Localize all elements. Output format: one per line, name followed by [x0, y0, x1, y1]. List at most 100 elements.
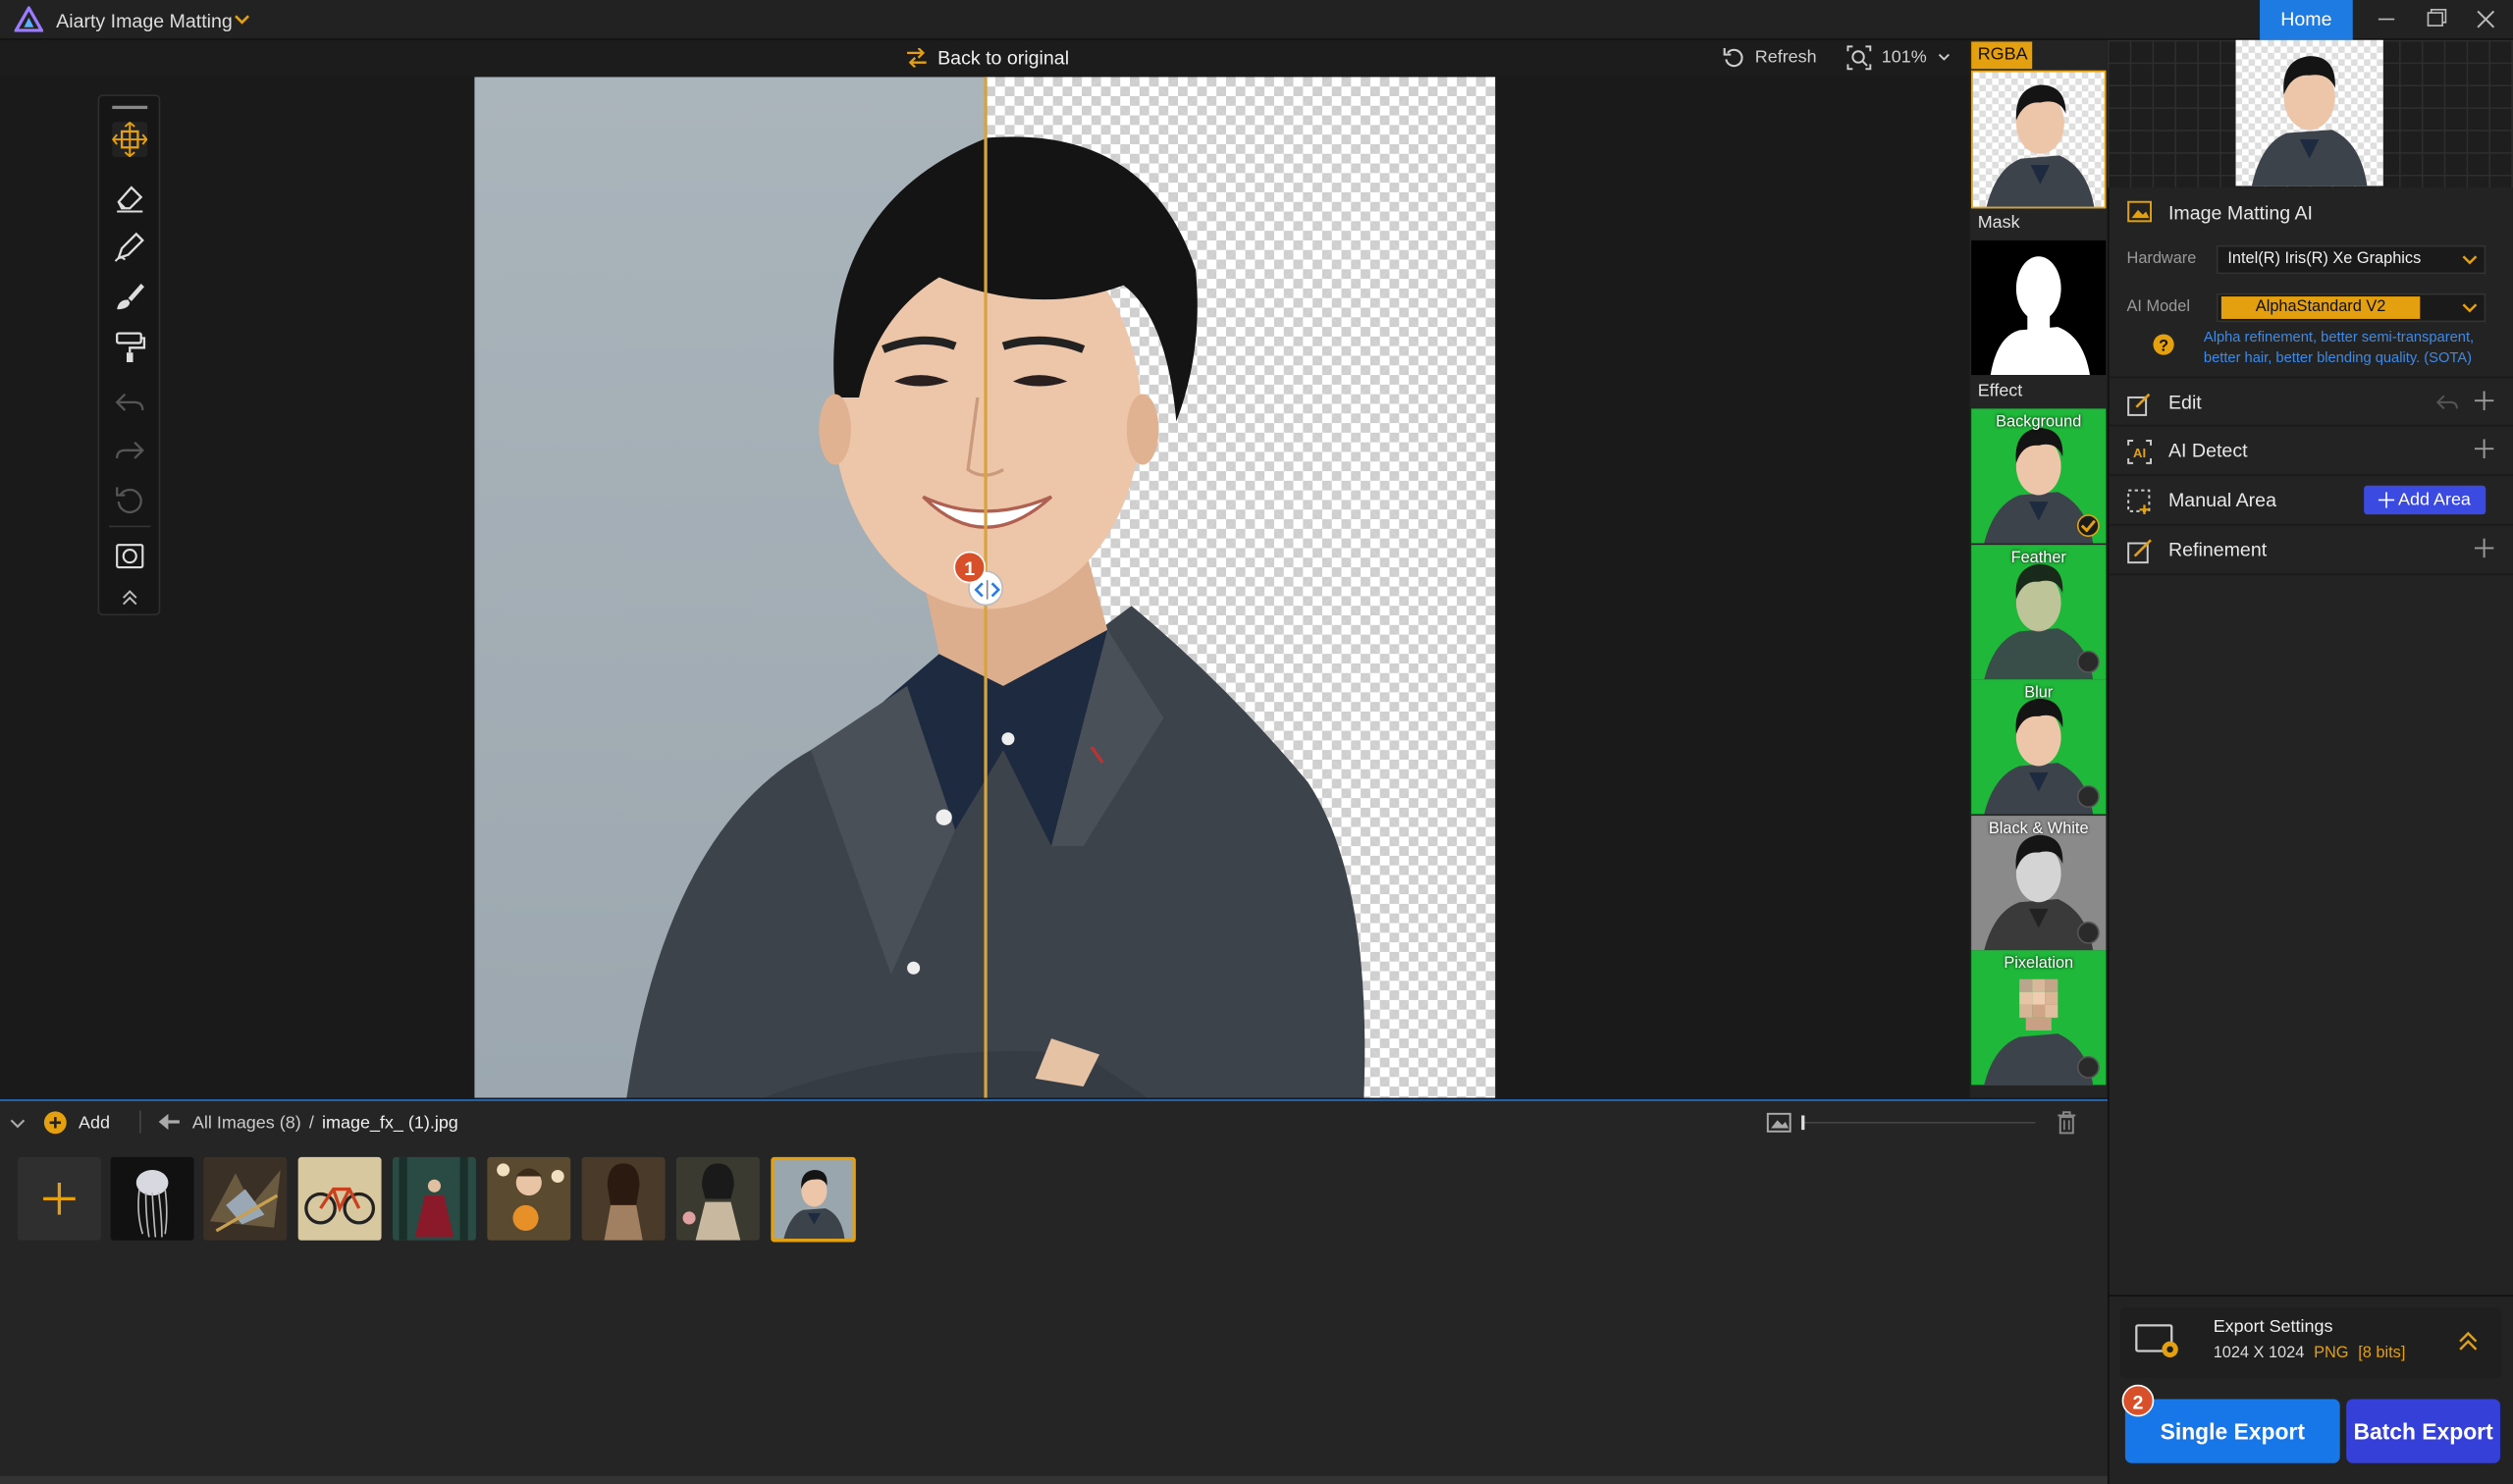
- app-menu-chevron-icon[interactable]: [233, 10, 252, 29]
- back-to-original-button[interactable]: Back to original: [905, 46, 1069, 69]
- gallery-header: Add All Images (8) / image_fx_ (1).jpg: [0, 1101, 2108, 1142]
- expand-up-icon[interactable]: [2457, 1330, 2480, 1352]
- add-image-tile[interactable]: [17, 1156, 101, 1241]
- gallery-thumb-bird[interactable]: [203, 1156, 288, 1241]
- undo-icon[interactable]: [112, 385, 147, 420]
- single-export-button[interactable]: Single Export: [2124, 1399, 2340, 1463]
- thumbnail-size-slider-handle[interactable]: [1801, 1115, 1805, 1131]
- edit-label: Edit: [2167, 391, 2202, 414]
- zoom-control[interactable]: 101%: [1846, 45, 1952, 71]
- refresh-label: Refresh: [1754, 47, 1817, 68]
- ai-model-label: AI Model: [2126, 297, 2190, 316]
- brush-icon[interactable]: [112, 279, 147, 314]
- ai-model-select[interactable]: AlphaStandard V2: [2216, 292, 2486, 323]
- thumbnail-size-slider[interactable]: [1801, 1121, 2036, 1124]
- breadcrumb-separator: /: [308, 1113, 314, 1134]
- reset-icon[interactable]: [112, 482, 147, 517]
- edit-undo-icon[interactable]: [2435, 393, 2459, 412]
- app-title: Aiarty Image Matting: [56, 9, 233, 32]
- effect-black-white[interactable]: Black & White: [1971, 816, 2107, 951]
- export-settings[interactable]: Export Settings 1024 X 1024 PNG [8 bits]: [2119, 1307, 2502, 1379]
- export-divider: [2109, 1295, 2513, 1297]
- image-matting-ai-header: Image Matting AI: [2110, 187, 2513, 236]
- refresh-icon: [1723, 46, 1745, 69]
- image-matting-icon: [2127, 200, 2153, 223]
- tool-palette: [97, 94, 161, 618]
- gallery-thumb-woman-floral[interactable]: [675, 1156, 760, 1241]
- effect-feather[interactable]: Feather: [1971, 545, 2107, 680]
- add-image-label[interactable]: Add: [79, 1114, 110, 1134]
- manual-area-icon: [2127, 489, 2153, 515]
- gallery-thumb-jellyfish[interactable]: [110, 1156, 194, 1241]
- home-button[interactable]: Home: [2260, 0, 2353, 40]
- trash-icon[interactable]: [2057, 1111, 2077, 1135]
- edit-section[interactable]: Edit: [2109, 376, 2513, 427]
- zoom-value: 101%: [1881, 47, 1927, 68]
- add-area-label: Add Area: [2398, 490, 2471, 510]
- help-icon[interactable]: ?: [2153, 334, 2175, 356]
- eraser-icon[interactable]: [112, 180, 147, 215]
- ai-detect-plus-icon[interactable]: [2474, 439, 2494, 458]
- add-area-button[interactable]: Add Area: [2364, 485, 2486, 515]
- back-arrow-icon[interactable]: [158, 1113, 182, 1131]
- ai-model-description-line-1: Alpha refinement, better semi-transparen…: [2203, 328, 2475, 345]
- effect-selected-check-icon: [2076, 514, 2100, 537]
- manual-area-label: Manual Area: [2167, 489, 2277, 511]
- effect-radio-icon: [2076, 785, 2100, 808]
- ai-detect-icon: AI: [2127, 439, 2153, 464]
- zoom-chevron-icon: [1936, 50, 1952, 66]
- edit-icon: [2127, 391, 2153, 416]
- refinement-label: Refinement: [2167, 538, 2268, 561]
- batch-export-button[interactable]: Batch Export: [2346, 1399, 2500, 1463]
- gallery-thumb-flower-woman[interactable]: [487, 1156, 571, 1241]
- gallery-thumb-selected-man[interactable]: [771, 1156, 856, 1243]
- effect-label: Effect: [1977, 381, 2023, 401]
- effect-blur[interactable]: Blur: [1971, 679, 2107, 815]
- palette-divider: [109, 525, 151, 528]
- rgba-tab[interactable]: RGBA: [1971, 41, 2033, 70]
- redo-icon[interactable]: [112, 433, 147, 468]
- thumbnail-size-icon: [1766, 1112, 1791, 1133]
- effect-background[interactable]: Background: [1971, 408, 2107, 544]
- refinement-plus-icon[interactable]: [2474, 538, 2494, 558]
- refresh-button[interactable]: Refresh: [1723, 46, 1817, 69]
- add-image-plus-icon[interactable]: [43, 1111, 67, 1135]
- rgba-thumbnail[interactable]: [1971, 70, 2107, 209]
- breadcrumb-filename: image_fx_ (1).jpg: [322, 1113, 458, 1134]
- refinement-section[interactable]: Refinement: [2109, 526, 2513, 576]
- add-area-plus-icon: [2379, 492, 2395, 508]
- horizontal-scrollbar[interactable]: [0, 1475, 2108, 1484]
- restore-icon[interactable]: [2419, 5, 2454, 33]
- effect-radio-icon: [2076, 650, 2100, 673]
- gallery-thumb-portrait-woman[interactable]: [581, 1156, 666, 1241]
- refinement-icon: [2127, 539, 2153, 564]
- image-matting-title: Image Matting AI: [2167, 201, 2313, 225]
- svg-text:?: ?: [2159, 338, 2168, 355]
- mask-view-icon[interactable]: [112, 539, 147, 574]
- palette-grip[interactable]: [112, 105, 148, 110]
- zoom-icon: [1846, 45, 1872, 71]
- effect-radio-icon: [2076, 1056, 2100, 1079]
- pen-icon[interactable]: [112, 229, 147, 264]
- gallery-thumb-forest-woman[interactable]: [392, 1156, 476, 1241]
- mask-label: Mask: [1977, 213, 2020, 233]
- effect-pixelation[interactable]: Pixelation: [1971, 950, 2107, 1086]
- export-bits: [8 bits]: [2358, 1344, 2406, 1362]
- effect-label-black-white: Black & White: [1988, 821, 2089, 838]
- close-icon[interactable]: [2468, 5, 2503, 33]
- effect-label-pixelation: Pixelation: [2004, 955, 2074, 974]
- ai-detect-section[interactable]: AI AI Detect: [2109, 426, 2513, 476]
- mask-thumbnail[interactable]: [1971, 239, 2107, 376]
- hardware-chevron-icon: [2462, 251, 2478, 267]
- edit-plus-icon[interactable]: [2474, 391, 2494, 411]
- move-icon[interactable]: [112, 122, 148, 158]
- svg-text:AI: AI: [2133, 446, 2146, 460]
- roller-icon[interactable]: [112, 329, 147, 364]
- breadcrumb-all-images[interactable]: All Images (8): [192, 1114, 301, 1134]
- gallery-thumb-bicycle[interactable]: [297, 1156, 382, 1241]
- collapse-gallery-icon[interactable]: [10, 1115, 26, 1131]
- hardware-select[interactable]: Intel(R) Iris(R) Xe Graphics: [2216, 244, 2486, 275]
- collapse-up-icon[interactable]: [112, 583, 147, 618]
- minimize-icon[interactable]: [2369, 5, 2404, 33]
- swap-icon: [905, 47, 928, 68]
